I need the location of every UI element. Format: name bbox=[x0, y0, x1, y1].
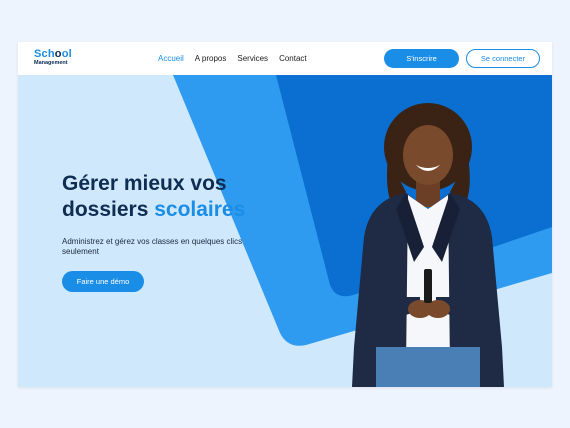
login-button[interactable]: Se connecter bbox=[466, 49, 540, 68]
signup-button[interactable]: S'inscrire bbox=[384, 49, 459, 68]
logo-wordmark: School bbox=[34, 48, 72, 60]
hero-section: Gérer mieux vos dossiers scolaires Admin… bbox=[18, 75, 552, 387]
nav-link-a-propos[interactable]: A propos bbox=[195, 54, 227, 63]
hero-headline: Gérer mieux vos dossiers scolaires bbox=[62, 171, 245, 223]
logo-subtitle: Management bbox=[34, 60, 68, 66]
face bbox=[403, 125, 453, 185]
nav-link-accueil[interactable]: Accueil bbox=[158, 54, 184, 63]
top-navbar: School Management Accueil A propos Servi… bbox=[18, 42, 552, 75]
headline-line-2: dossiers bbox=[62, 198, 155, 221]
woman-portrait-image bbox=[352, 103, 504, 387]
nav-link-contact[interactable]: Contact bbox=[279, 54, 307, 63]
jeans bbox=[376, 347, 480, 387]
hero-subtext: Administrez et gérez vos classes en quel… bbox=[62, 237, 243, 256]
main-nav: Accueil A propos Services Contact bbox=[158, 54, 307, 63]
school-management-logo[interactable]: School Management bbox=[34, 49, 72, 67]
glasses-held bbox=[424, 269, 432, 303]
headline-line-1: Gérer mieux vos bbox=[62, 172, 227, 195]
nav-link-services[interactable]: Services bbox=[237, 54, 268, 63]
demo-button[interactable]: Faire une démo bbox=[62, 271, 144, 292]
headline-accent-word: scolaires bbox=[154, 198, 246, 221]
landing-page-frame: School Management Accueil A propos Servi… bbox=[18, 42, 552, 387]
